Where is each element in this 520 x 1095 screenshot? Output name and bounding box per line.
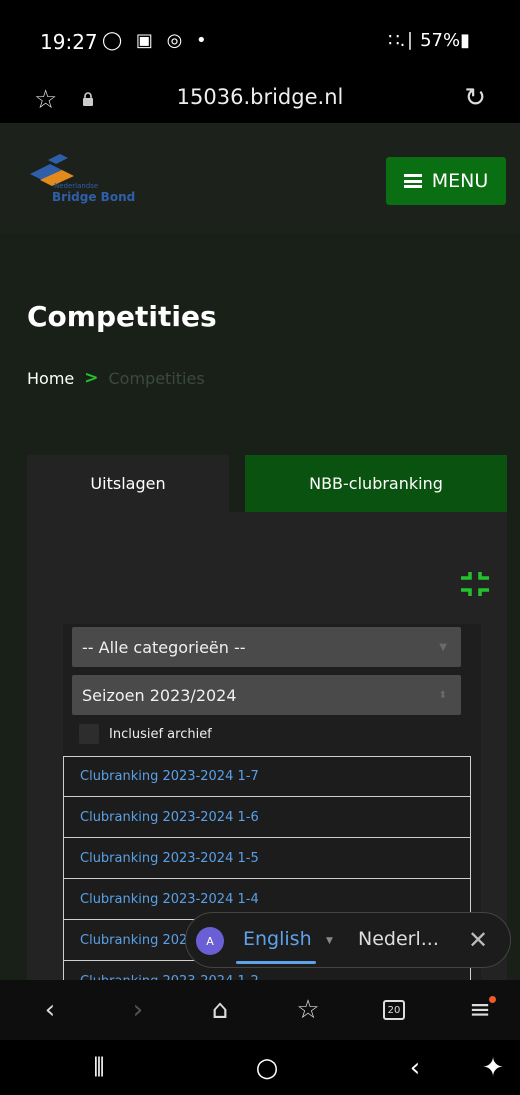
archive-checkbox-label: Inclusief archief — [109, 726, 212, 742]
nav-back-icon[interactable]: ‹ — [390, 1048, 440, 1088]
hamburger-icon — [403, 174, 422, 188]
logo-text-small: Nederlandse — [54, 182, 99, 190]
breadcrumb: Home > Competities — [27, 368, 205, 388]
translate-bar: A English ▼ Nederl... ✕ — [185, 912, 511, 968]
browser-menu-icon[interactable]: ≡ — [458, 992, 502, 1028]
recent-apps-icon[interactable]: ⦀ — [74, 1048, 124, 1088]
web-page: Nederlandse Bridge Bond MENU Competities… — [0, 124, 520, 980]
archive-checkbox-row[interactable]: Inclusief archief — [79, 724, 212, 744]
forward-icon[interactable]: › — [116, 992, 160, 1028]
status-bar: 19:27 ◯ ▣ ◎ • ∷.∣ 57%▮ — [0, 0, 520, 80]
tab-bar: Uitslagen NBB-clubranking — [27, 455, 507, 512]
translate-language-dutch[interactable]: Nederl... — [358, 928, 439, 950]
compress-icon[interactable] — [459, 570, 491, 598]
season-select[interactable]: Seizoen 2023/2024 ⬍ — [72, 675, 461, 715]
browser-toolbar: ‹ › ⌂ ☆ 20 ≡ — [0, 980, 520, 1040]
tab-panel: -- Alle categorieën -- ▼ Seizoen 2023/20… — [27, 512, 507, 980]
menu-label: MENU — [431, 170, 489, 192]
category-select-value: -- Alle categorieën -- — [82, 637, 246, 657]
tabs-button[interactable]: 20 — [372, 992, 416, 1028]
notification-icons: ◯ ▣ ◎ • — [102, 30, 211, 51]
chevron-down-icon: ▼ — [439, 642, 447, 653]
active-language-indicator — [236, 961, 316, 964]
tab-count: 20 — [383, 1000, 405, 1020]
browser-url-bar: ☆ 15036.bridge.nl ↻ — [0, 80, 520, 124]
bookmarks-icon[interactable]: ☆ — [286, 992, 330, 1028]
season-select-value: Seizoen 2023/2024 — [82, 685, 237, 705]
site-header: Nederlandse Bridge Bond MENU — [0, 124, 520, 234]
system-status-icons: ∷.∣ 57%▮ — [388, 30, 470, 51]
list-item[interactable]: Clubranking 2023-2024 1-5 — [63, 838, 471, 879]
breadcrumb-home-link[interactable]: Home — [27, 369, 74, 388]
android-nav-bar: ⦀ ○ ‹ ✦ — [0, 1040, 520, 1095]
url-text[interactable]: 15036.bridge.nl — [0, 85, 520, 109]
tab-uitslagen[interactable]: Uitslagen — [27, 455, 229, 512]
chevron-right-icon: > — [84, 368, 99, 388]
menu-button[interactable]: MENU — [386, 157, 506, 205]
list-item[interactable]: Clubranking 2023-2024 1-7 — [63, 756, 471, 797]
translate-language-english[interactable]: English — [243, 928, 312, 950]
page-title: Competities — [27, 300, 217, 333]
list-item[interactable]: Clubranking 2023-2024 1-6 — [63, 797, 471, 838]
home-icon[interactable]: ⌂ — [198, 992, 242, 1028]
breadcrumb-current: Competities — [108, 368, 205, 388]
accessibility-icon[interactable]: ✦ — [468, 1048, 518, 1088]
chevron-updown-icon: ⬍ — [438, 690, 447, 701]
tab-nbb-clubranking[interactable]: NBB-clubranking — [245, 455, 507, 512]
archive-checkbox[interactable] — [79, 724, 99, 744]
notification-dot — [489, 996, 496, 1003]
back-icon[interactable]: ‹ — [28, 992, 72, 1028]
caret-down-icon[interactable]: ▼ — [326, 936, 333, 946]
close-icon[interactable]: ✕ — [468, 926, 488, 954]
home-circle-icon[interactable]: ○ — [242, 1048, 292, 1088]
logo-text-main: Bridge Bond — [52, 190, 136, 204]
nbb-logo[interactable]: Nederlandse Bridge Bond — [28, 152, 138, 212]
reload-icon[interactable]: ↻ — [464, 83, 486, 113]
category-select[interactable]: -- Alle categorieën -- ▼ — [72, 627, 461, 667]
status-time: 19:27 — [40, 30, 98, 54]
google-translate-icon: A — [196, 927, 224, 955]
